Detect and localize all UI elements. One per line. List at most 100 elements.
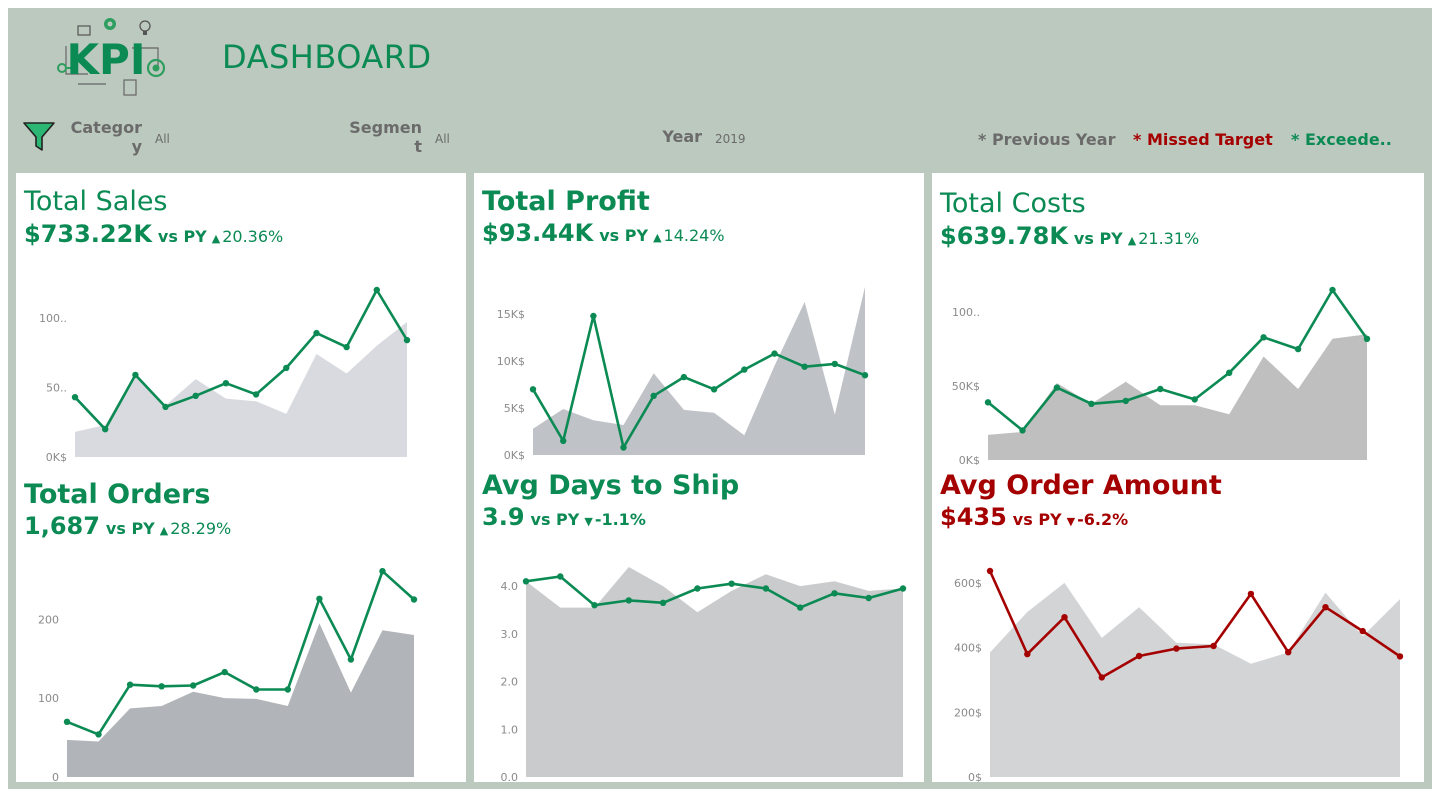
down-triangle-icon: ▼ xyxy=(1066,515,1076,528)
data-point[interactable] xyxy=(283,364,290,372)
data-point[interactable] xyxy=(522,578,530,585)
avg-days-to-ship-title: Avg Days to Ship xyxy=(482,470,740,501)
data-point[interactable] xyxy=(1191,396,1198,403)
data-point[interactable] xyxy=(284,686,291,693)
data-point[interactable] xyxy=(63,718,71,725)
segment-filter-label: Segmen t xyxy=(349,118,422,156)
data-point[interactable] xyxy=(680,373,688,381)
data-point[interactable] xyxy=(192,392,199,399)
y-tick-label: 3.0 xyxy=(501,628,519,641)
data-point[interactable] xyxy=(1294,345,1302,353)
data-point[interactable] xyxy=(1260,334,1267,341)
data-point[interactable] xyxy=(1024,650,1031,658)
data-point[interactable] xyxy=(410,596,418,603)
data-point[interactable] xyxy=(1061,614,1068,621)
logo-gear-icon xyxy=(104,18,116,30)
data-point[interactable] xyxy=(762,585,770,592)
data-point[interactable] xyxy=(797,604,804,611)
logo-text: KPI xyxy=(67,35,146,84)
data-point[interactable] xyxy=(986,567,994,575)
data-point[interactable] xyxy=(741,366,748,373)
y-tick-label: 0.0 xyxy=(501,771,519,782)
previous-year-area xyxy=(988,334,1367,460)
data-point[interactable] xyxy=(801,363,808,370)
y-tick-label: 400$ xyxy=(954,642,982,655)
data-point[interactable] xyxy=(190,682,197,689)
data-point[interactable] xyxy=(1157,385,1164,393)
data-point[interactable] xyxy=(158,683,165,690)
total-sales-change: 20.36% xyxy=(222,227,284,246)
data-point[interactable] xyxy=(373,286,380,294)
data-point[interactable] xyxy=(1135,652,1143,660)
data-point[interactable] xyxy=(1247,590,1255,598)
data-point[interactable] xyxy=(865,594,872,602)
y-tick-label: 100.. xyxy=(39,312,67,325)
data-point[interactable] xyxy=(132,371,139,379)
data-point[interactable] xyxy=(1173,645,1180,652)
data-point[interactable] xyxy=(861,372,869,379)
data-point[interactable] xyxy=(347,656,355,663)
data-point[interactable] xyxy=(316,595,323,602)
data-point[interactable] xyxy=(1329,286,1336,294)
avg-order-amount-chart[interactable]: 0$ 200$ 400$ 600$ xyxy=(932,560,1424,782)
data-point[interactable] xyxy=(126,681,134,688)
data-point[interactable] xyxy=(694,585,701,592)
data-point[interactable] xyxy=(1322,604,1329,611)
data-point[interactable] xyxy=(899,585,907,592)
year-filter-value[interactable]: 2019 xyxy=(715,132,746,146)
data-point[interactable] xyxy=(221,668,228,676)
data-point[interactable] xyxy=(403,336,411,344)
data-point[interactable] xyxy=(95,731,102,738)
data-point[interactable] xyxy=(984,399,992,406)
data-point[interactable] xyxy=(590,312,597,320)
data-point[interactable] xyxy=(343,343,350,351)
dashboard-title: DASHBOARD xyxy=(222,38,432,76)
data-point[interactable] xyxy=(253,686,260,693)
total-profit-vs-label: vs PY xyxy=(599,226,649,245)
data-point[interactable] xyxy=(831,360,838,368)
data-point[interactable] xyxy=(1363,335,1371,342)
category-filter-value[interactable]: All xyxy=(155,132,170,146)
data-point[interactable] xyxy=(102,426,109,433)
y-tick-label: 0K$ xyxy=(959,454,980,465)
data-point[interactable] xyxy=(728,580,735,587)
data-point[interactable] xyxy=(1285,649,1292,656)
data-point[interactable] xyxy=(831,590,838,597)
data-point[interactable] xyxy=(591,602,598,609)
total-orders-change: 28.29% xyxy=(170,519,232,538)
total-profit-value: $93.44K xyxy=(482,219,594,247)
data-point[interactable] xyxy=(1098,674,1105,681)
filter-funnel-icon[interactable] xyxy=(22,120,56,154)
segment-filter-value[interactable]: All xyxy=(435,132,450,146)
data-point[interactable] xyxy=(1226,369,1233,376)
data-point[interactable] xyxy=(560,437,567,445)
data-point[interactable] xyxy=(1088,400,1095,407)
data-point[interactable] xyxy=(1019,427,1026,434)
data-point[interactable] xyxy=(625,597,632,604)
y-tick-label: 200$ xyxy=(954,706,982,719)
total-profit-chart[interactable]: 0K$ 5K$ 10K$ 15K$ xyxy=(474,280,924,465)
total-costs-chart[interactable]: 0K$ 50K$ 100.. xyxy=(932,280,1424,465)
data-point[interactable] xyxy=(529,386,537,393)
data-point[interactable] xyxy=(1053,384,1061,391)
data-point[interactable] xyxy=(71,394,79,401)
data-point[interactable] xyxy=(222,380,230,387)
total-sales-chart[interactable]: 0K$ 50.. 100.. xyxy=(16,280,466,465)
data-point[interactable] xyxy=(313,329,320,337)
y-tick-label: 100 xyxy=(38,692,59,705)
data-point[interactable] xyxy=(710,386,718,393)
data-point[interactable] xyxy=(162,403,169,411)
data-point[interactable] xyxy=(659,599,667,606)
data-point[interactable] xyxy=(1210,642,1217,650)
data-point[interactable] xyxy=(771,350,778,357)
data-point[interactable] xyxy=(1396,653,1404,660)
data-point[interactable] xyxy=(1122,397,1129,405)
data-point[interactable] xyxy=(379,568,386,575)
total-orders-chart[interactable]: 0 100 200 xyxy=(16,560,466,782)
avg-days-to-ship-chart[interactable]: 0.0 1.0 2.0 3.0 4.0 xyxy=(474,560,924,782)
data-point[interactable] xyxy=(557,573,564,580)
data-point[interactable] xyxy=(620,444,627,451)
data-point[interactable] xyxy=(252,391,260,398)
data-point[interactable] xyxy=(1359,627,1366,635)
data-point[interactable] xyxy=(650,392,657,399)
